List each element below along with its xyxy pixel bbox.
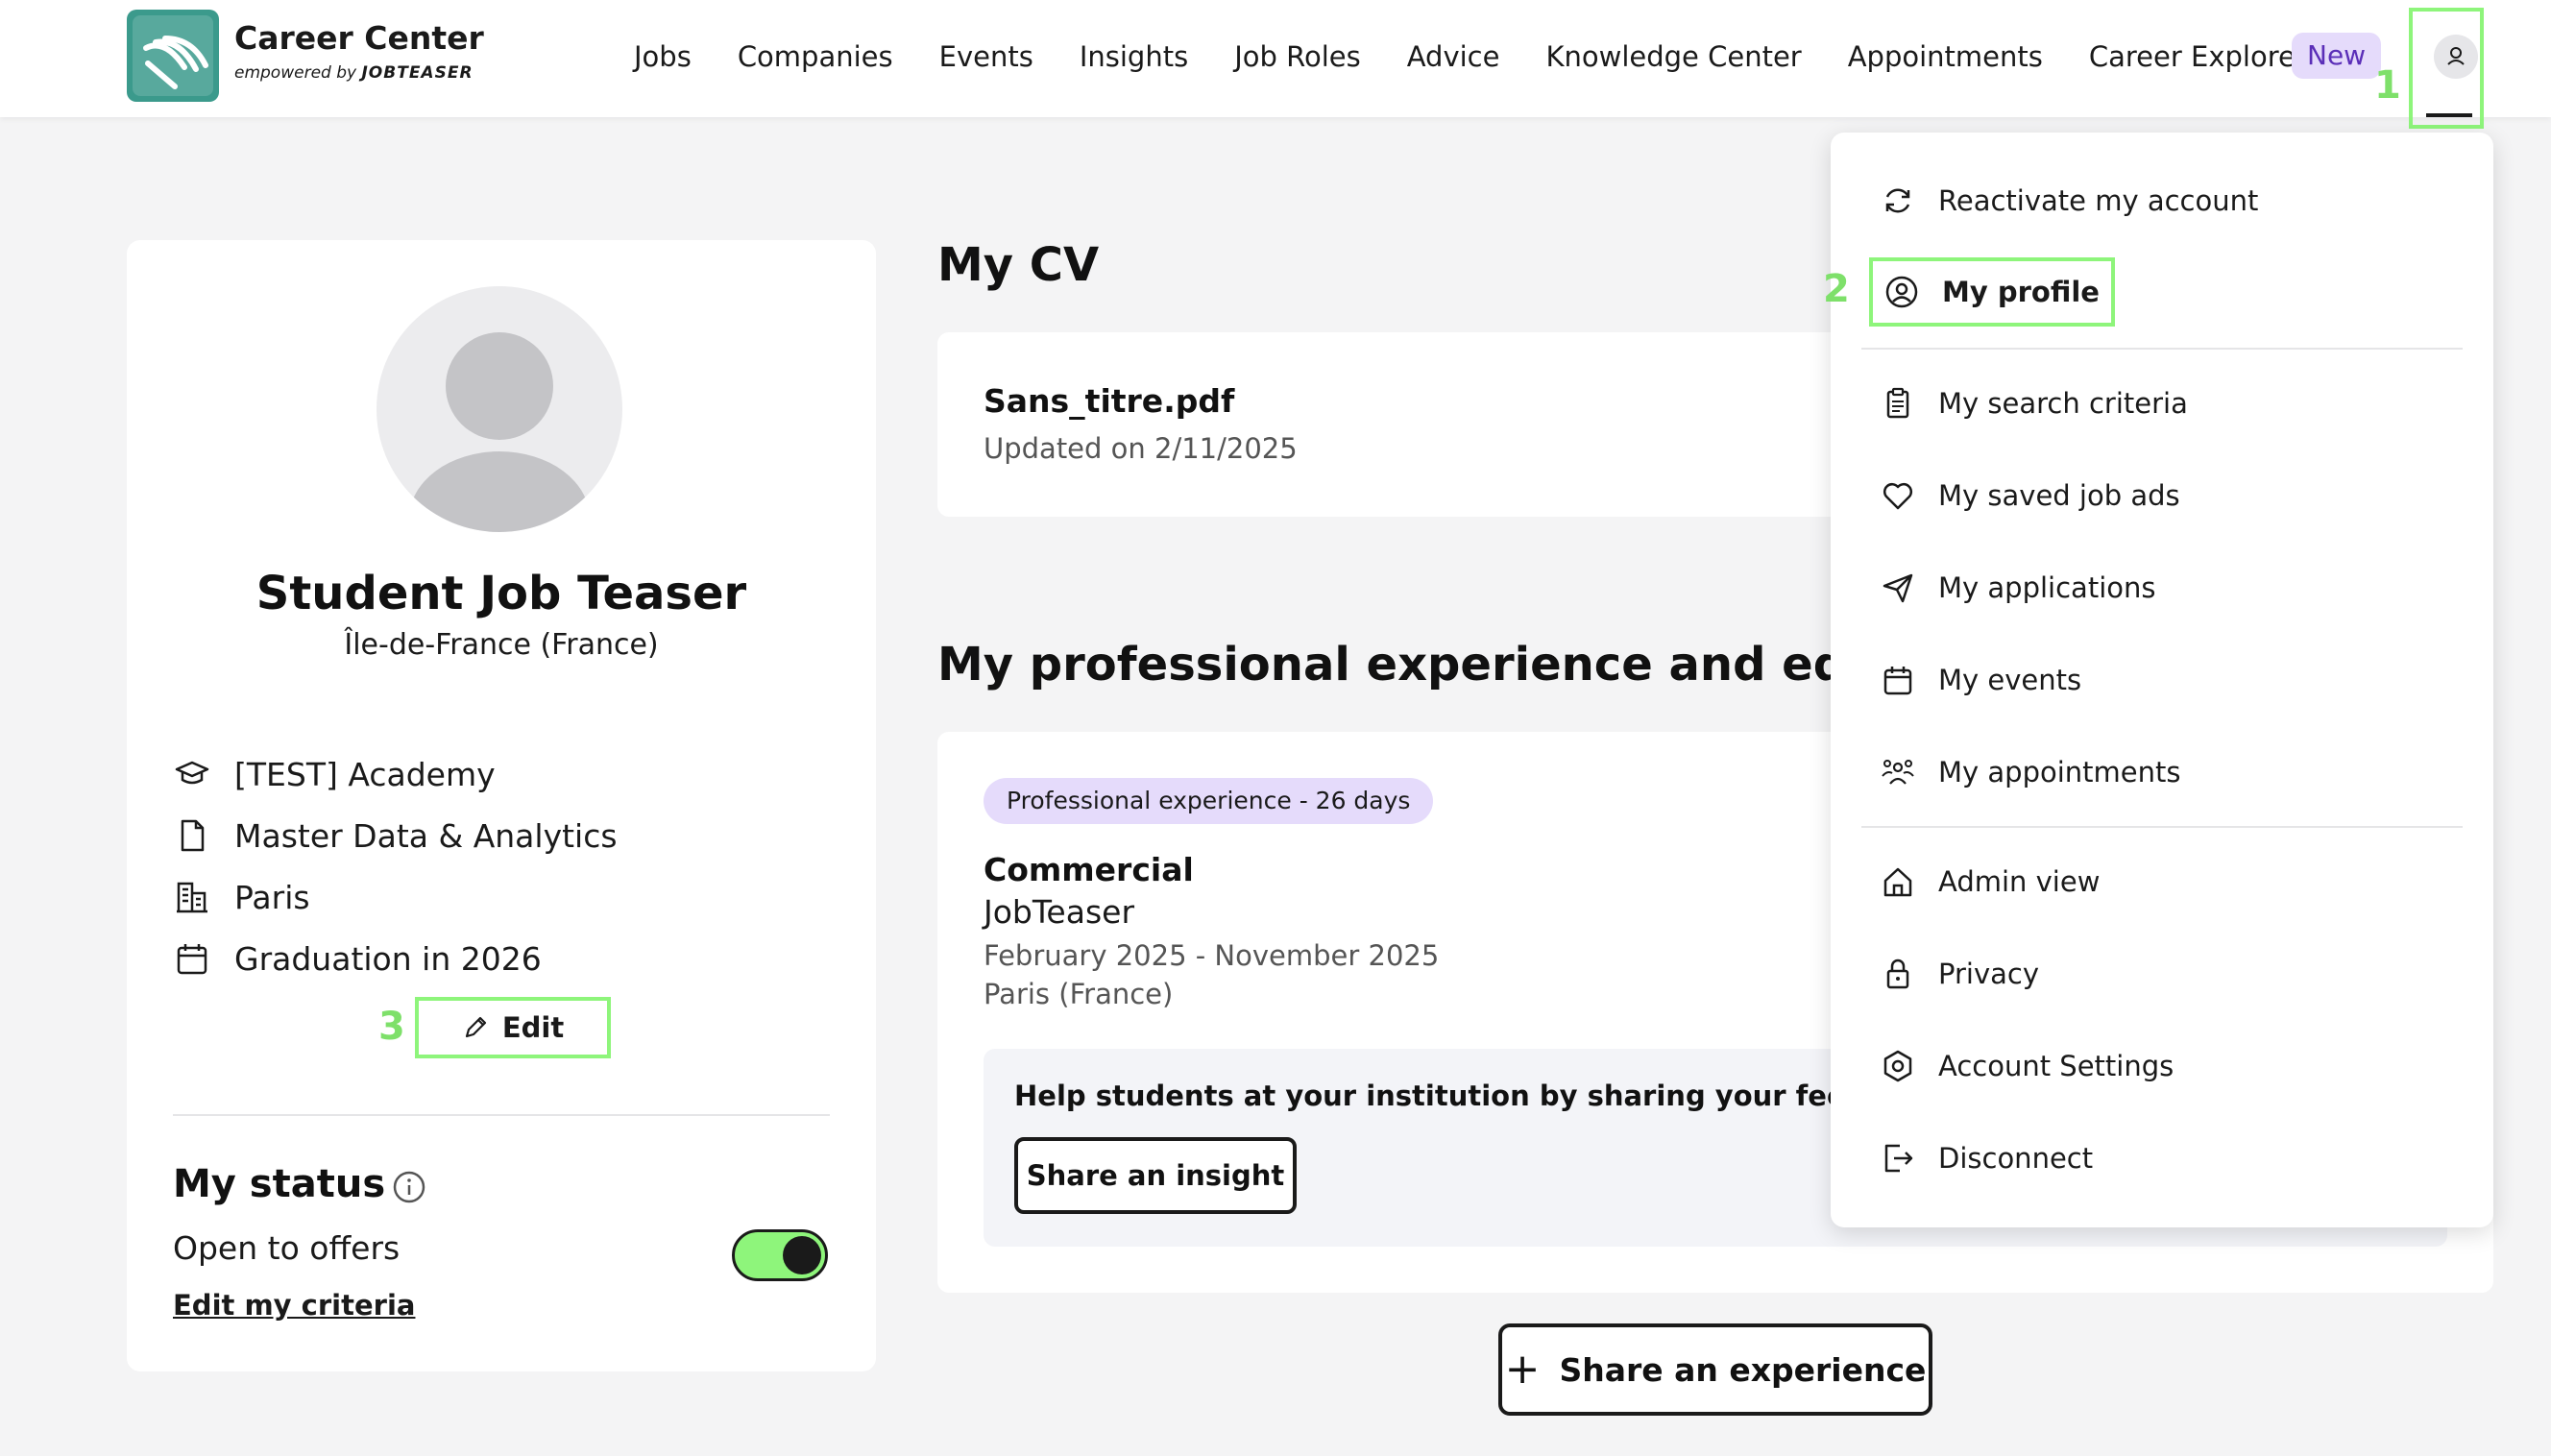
info-graduation: Graduation in 2026	[173, 937, 542, 980]
nav-advice[interactable]: Advice	[1407, 33, 1500, 81]
step-2-marker: 2	[1823, 267, 1850, 311]
menu-label: Admin view	[1938, 865, 2101, 898]
profile-card: Student Job Teaser Île-de-France (France…	[127, 240, 876, 1371]
school-text: [TEST] Academy	[234, 755, 496, 793]
info-program: Master Data & Analytics	[173, 814, 618, 857]
status-title: My status	[173, 1162, 386, 1206]
menu-admin-view[interactable]: Admin view	[1879, 856, 2100, 908]
menu-disconnect[interactable]: Disconnect	[1879, 1132, 2093, 1184]
step-3-marker: 3	[378, 1005, 405, 1049]
document-icon	[173, 816, 211, 855]
building-icon	[173, 878, 211, 916]
plus-icon: +	[1504, 1345, 1541, 1394]
open-to-offers-toggle[interactable]	[732, 1229, 828, 1281]
edit-criteria-link[interactable]: Edit my criteria	[173, 1289, 415, 1322]
top-header: Career Center empowered by JOBTEASER Job…	[0, 0, 2551, 129]
profile-avatar	[377, 286, 622, 532]
info-school: [TEST] Academy	[173, 753, 496, 795]
brand-sub-prefix: empowered by	[234, 63, 357, 83]
menu-my-profile[interactable]: My profile	[1869, 257, 2115, 327]
nav-companies[interactable]: Companies	[738, 33, 893, 81]
nav-appointments[interactable]: Appointments	[1848, 33, 2043, 81]
program-text: Master Data & Analytics	[234, 816, 618, 855]
logout-icon	[1879, 1139, 1917, 1177]
menu-label: My appointments	[1938, 756, 2181, 789]
nav-job-roles[interactable]: Job Roles	[1234, 33, 1361, 81]
menu-label: My saved job ads	[1938, 479, 2180, 512]
edit-label: Edit	[501, 1011, 565, 1044]
edit-profile-button[interactable]: Edit	[415, 997, 611, 1058]
profile-divider	[173, 1114, 830, 1116]
cv-updated: Updated on 2/11/2025	[984, 432, 1298, 465]
career-center-logo[interactable]	[127, 10, 219, 102]
nav-knowledge-center[interactable]: Knowledge Center	[1545, 33, 1801, 81]
share-experience-button[interactable]: + Share an experience	[1498, 1323, 1932, 1416]
user-dropdown-menu: Reactivate my account 2 My profile My se…	[1823, 133, 2493, 1227]
active-underline	[2426, 113, 2472, 117]
send-icon	[1879, 569, 1917, 607]
experience-tag: Professional experience - 26 days	[984, 778, 1434, 824]
pencil-icon	[465, 1016, 486, 1038]
nav-career-explorer[interactable]: Career Explorer	[2089, 33, 2307, 81]
city-text: Paris	[234, 878, 310, 916]
profile-location: Île-de-France (France)	[344, 628, 659, 662]
menu-events[interactable]: My events	[1879, 654, 2081, 706]
info-city: Paris	[173, 876, 310, 918]
menu-privacy[interactable]: Privacy	[1879, 948, 2039, 1000]
menu-label: Privacy	[1938, 958, 2039, 990]
brand-sub-name: JOBTEASER	[361, 63, 474, 83]
nav-jobs[interactable]: Jobs	[634, 33, 692, 81]
menu-saved-job-ads[interactable]: My saved job ads	[1879, 470, 2180, 522]
menu-label: My search criteria	[1938, 387, 2188, 420]
main-nav: Jobs Companies Events Insights Job Roles…	[634, 33, 2307, 81]
cv-section-title: My CV	[937, 238, 1100, 292]
open-to-offers-label: Open to offers	[173, 1229, 401, 1267]
menu-separator	[1861, 348, 2463, 350]
info-icon[interactable]	[392, 1170, 426, 1208]
graduation-text: Graduation in 2026	[234, 939, 542, 978]
experience-place: Paris (France)	[984, 978, 1174, 1010]
menu-appointments[interactable]: My appointments	[1879, 746, 2181, 798]
menu-label: My events	[1938, 664, 2082, 696]
menu-reactivate-account[interactable]: Reactivate my account	[1879, 175, 2258, 227]
menu-account-settings[interactable]: Account Settings	[1879, 1040, 2174, 1092]
new-badge: New	[2292, 33, 2382, 79]
experience-role: Commercial	[984, 851, 1194, 888]
nav-insights[interactable]: Insights	[1080, 33, 1188, 81]
lock-icon	[1879, 955, 1917, 993]
heart-icon	[1879, 476, 1917, 515]
step-1-marker: 1	[2374, 63, 2401, 108]
menu-separator	[1861, 826, 2463, 828]
experience-dates: February 2025 - November 2025	[984, 939, 1440, 972]
clipboard-icon	[1879, 384, 1917, 423]
menu-search-criteria[interactable]: My search criteria	[1879, 377, 2188, 429]
calendar-icon	[173, 939, 211, 978]
menu-label: Reactivate my account	[1938, 184, 2259, 217]
menu-applications[interactable]: My applications	[1879, 562, 2155, 614]
brand-name: Career Center	[234, 19, 484, 57]
menu-label: My profile	[1942, 276, 2100, 308]
user-icon	[2434, 35, 2478, 79]
profile-name: Student Job Teaser	[255, 567, 747, 620]
menu-label: Disconnect	[1938, 1142, 2094, 1175]
home-icon	[1879, 862, 1917, 901]
nav-events[interactable]: Events	[939, 33, 1033, 81]
people-icon	[1879, 753, 1917, 791]
user-circle-icon	[1883, 273, 1921, 311]
menu-label: My applications	[1938, 571, 2156, 604]
experience-company: JobTeaser	[984, 893, 1135, 931]
share-insight-button[interactable]: Share an insight	[1014, 1137, 1297, 1214]
graduation-cap-icon	[173, 755, 211, 793]
calendar-icon	[1879, 661, 1917, 699]
settings-icon	[1879, 1047, 1917, 1085]
user-menu-button[interactable]	[2409, 8, 2484, 129]
brand-subtitle: empowered by JOBTEASER	[234, 63, 474, 83]
cv-file-name[interactable]: Sans_titre.pdf	[984, 382, 1234, 420]
menu-label: Account Settings	[1938, 1050, 2174, 1082]
share-experience-label: Share an experience	[1559, 1350, 1927, 1389]
refresh-icon	[1879, 182, 1917, 220]
feedback-text: Help students at your institution by sha…	[1014, 1080, 1951, 1112]
logo-icon	[133, 15, 213, 96]
